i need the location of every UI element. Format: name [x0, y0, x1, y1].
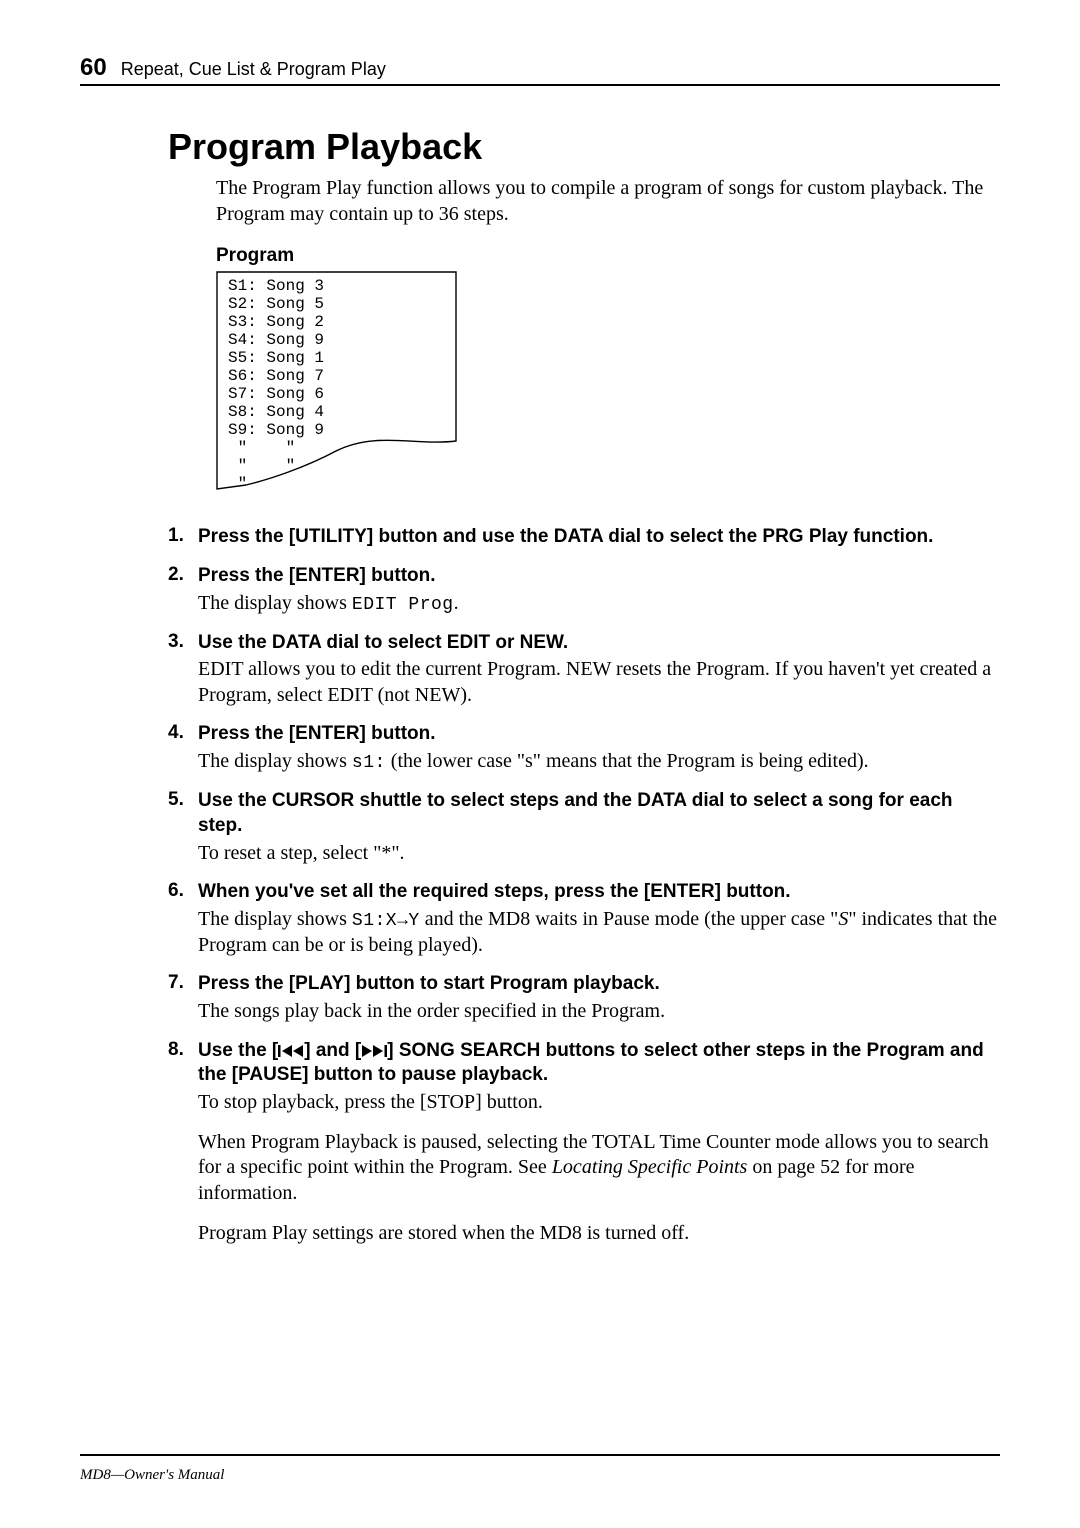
step-head: Use the DATA dial to select EDIT or NEW. — [198, 631, 1000, 656]
skip-fwd-icon — [361, 1044, 387, 1058]
step-body-line: When Program Playback is paused, selecti… — [198, 1130, 1000, 1207]
step-body: To stop playback, press the [STOP] butto… — [198, 1090, 1000, 1246]
lcd-text: s1: — [352, 753, 386, 773]
step-item: When you've set all the required steps, … — [168, 880, 1000, 958]
step-body-line: To stop playback, press the [STOP] butto… — [198, 1090, 1000, 1116]
step-body: The display shows EDIT Prog. — [198, 591, 1000, 617]
step-body-line: To reset a step, select "*". — [198, 841, 1000, 867]
step-head: Press the [ENTER] button. — [198, 564, 1000, 589]
intro-paragraph: The Program Play function allows you to … — [216, 176, 1000, 227]
step-item: Press the [ENTER] button.The display sho… — [168, 564, 1000, 617]
step-item: Press the [PLAY] button to start Program… — [168, 972, 1000, 1024]
step-body: To reset a step, select "*". — [198, 841, 1000, 867]
program-label: Program — [216, 245, 1000, 267]
footer-text: MD8—Owner's Manual — [80, 1467, 224, 1484]
step-head: Use the [] and [] SONG SEARCH buttons to… — [198, 1039, 1000, 1088]
step-body: The display shows S1:X→Y and the MD8 wai… — [198, 907, 1000, 959]
step-body-line: EDIT allows you to edit the current Prog… — [198, 657, 1000, 708]
step-body-line: The songs play back in the order specifi… — [198, 999, 1000, 1025]
step-body-line: The display shows s1: (the lower case "s… — [198, 749, 1000, 775]
step-body-line: The display shows EDIT Prog. — [198, 591, 1000, 617]
program-diagram: Program S1: Song 3 S2: Song 5 S3: Song 2… — [216, 245, 1000, 497]
step-body-line: The display shows S1:X→Y and the MD8 wai… — [198, 907, 1000, 959]
section-title: Program Playback — [168, 126, 1000, 168]
step-item: Use the DATA dial to select EDIT or NEW.… — [168, 631, 1000, 709]
lcd-text: EDIT Prog — [352, 595, 454, 615]
main-content: Program Playback The Program Play functi… — [80, 126, 1000, 1246]
step-item: Use the CURSOR shuttle to select steps a… — [168, 789, 1000, 866]
step-head: Use the CURSOR shuttle to select steps a… — [198, 789, 1000, 838]
step-item: Press the [ENTER] button.The display sho… — [168, 722, 1000, 775]
page-header: 60 Repeat, Cue List & Program Play — [80, 54, 1000, 86]
skip-back-icon — [278, 1044, 304, 1058]
lcd-text: S1:X→Y — [352, 911, 420, 931]
step-item: Press the [UTILITY] button and use the D… — [168, 525, 1000, 550]
step-body: EDIT allows you to edit the current Prog… — [198, 657, 1000, 708]
step-head: Press the [UTILITY] button and use the D… — [198, 525, 1000, 550]
step-body: The songs play back in the order specifi… — [198, 999, 1000, 1025]
step-body-line: Program Play settings are stored when th… — [198, 1221, 1000, 1247]
steps-list: Press the [UTILITY] button and use the D… — [168, 525, 1000, 1246]
program-list: S1: Song 3 S2: Song 5 S3: Song 2 S4: Son… — [228, 277, 324, 493]
chapter-title: Repeat, Cue List & Program Play — [121, 59, 386, 80]
xref-italic: Locating Specific Points — [552, 1156, 748, 1178]
step-body: The display shows s1: (the lower case "s… — [198, 749, 1000, 775]
footer-rule — [80, 1454, 1000, 1456]
page: 60 Repeat, Cue List & Program Play Progr… — [0, 0, 1080, 1528]
step-head: Press the [ENTER] button. — [198, 722, 1000, 747]
step-head: When you've set all the required steps, … — [198, 880, 1000, 905]
page-number: 60 — [80, 54, 107, 82]
step-item: Use the [] and [] SONG SEARCH buttons to… — [168, 1039, 1000, 1246]
step-head: Press the [PLAY] button to start Program… — [198, 972, 1000, 997]
italic-s: S — [838, 908, 848, 930]
program-box: S1: Song 3 S2: Song 5 S3: Song 2 S4: Son… — [216, 271, 476, 497]
